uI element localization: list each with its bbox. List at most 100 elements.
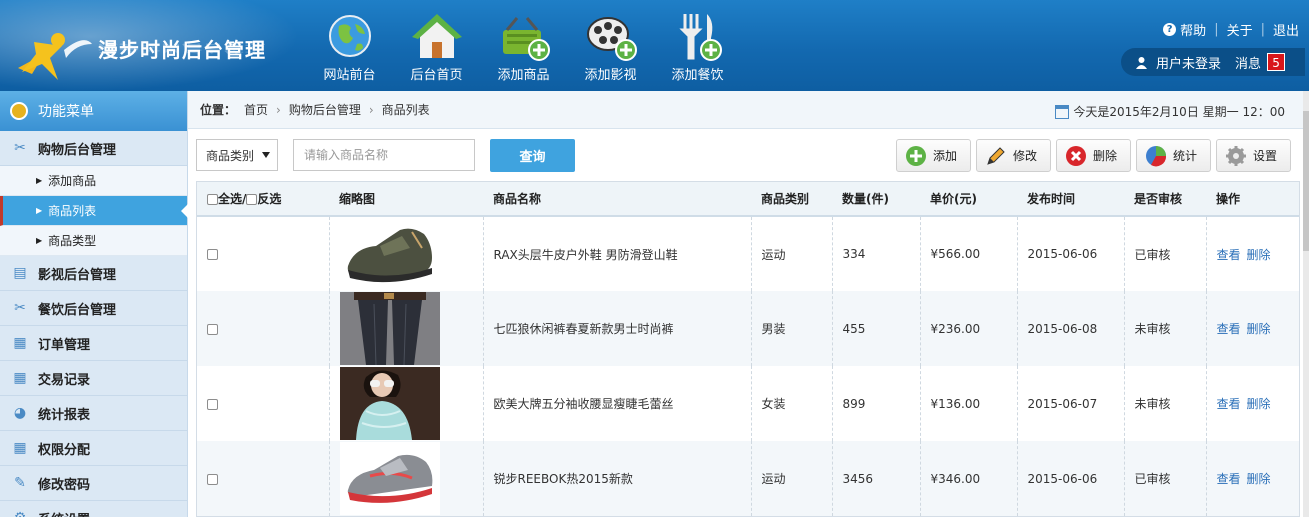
sidebar-item-label: 修改密码 [38, 477, 91, 493]
thumb-cell [329, 366, 484, 441]
chevron-right-icon: › [276, 102, 281, 117]
delete-icon [1065, 145, 1087, 167]
nav-add-dining[interactable]: 添加餐饮 [654, 12, 741, 83]
sidebar-item-reports[interactable]: ◕ 统计报表 [0, 396, 187, 431]
nav-label: 添加商品 [497, 68, 550, 83]
query-button[interactable]: 查询 [490, 139, 575, 172]
col-ops: 操作 [1206, 182, 1299, 217]
sidebar-sub-add-product[interactable]: ▶ 添加商品 [0, 166, 187, 196]
nav-add-film[interactable]: 添加影视 [567, 12, 654, 83]
sidebar-header: 功能菜单 [0, 91, 187, 131]
film-icon: ▤ [13, 265, 27, 281]
qty-cell: 899 [832, 366, 921, 441]
name-cell: RAX头层牛皮户外鞋 男防滑登山鞋 [483, 216, 752, 291]
home-icon [411, 14, 462, 58]
globe-icon [328, 15, 371, 57]
search-input[interactable] [293, 139, 475, 171]
stats-button-label: 统计 [1173, 149, 1198, 163]
breadcrumb-prefix: 位置： [200, 103, 237, 117]
qty-cell: 334 [832, 216, 921, 291]
message-count-badge[interactable]: 5 [1267, 53, 1286, 71]
row-checkbox[interactable] [207, 249, 218, 260]
sidebar-item-change-password[interactable]: ✎ 修改密码 [0, 466, 187, 501]
price-cell: ¥346.00 [920, 441, 1018, 516]
col-name: 商品名称 [483, 182, 751, 217]
delete-link[interactable]: 删除 [1247, 322, 1271, 336]
ops-cell: 查看 删除 [1206, 216, 1299, 291]
audit-cell: 已审核 [1124, 441, 1207, 516]
scrollbar-thumb[interactable] [1303, 111, 1309, 251]
toolbar: 商品类别 查询 添加 修改 删除 统计 [188, 129, 1309, 181]
breadcrumb-home[interactable]: 首页 [244, 101, 268, 118]
date-cell: 2015-06-08 [1017, 291, 1125, 366]
row-select-cell [197, 441, 330, 516]
delete-link[interactable]: 删除 [1247, 248, 1271, 262]
sidebar-item-film-admin[interactable]: ▤ 影视后台管理 [0, 256, 187, 291]
sidebar-item-shop-admin[interactable]: ✂ 购物后台管理 [0, 131, 187, 166]
help-link[interactable]: 帮助 [1180, 20, 1206, 39]
message-link[interactable]: 消息 [1235, 53, 1261, 72]
sidebar-sub-product-list[interactable]: ▶ 商品列表 [0, 196, 188, 226]
sidebar-item-permissions[interactable]: ▦ 权限分配 [0, 431, 187, 466]
top-links: ? 帮助 | 关于 | 退出 [1163, 20, 1299, 39]
sidebar-item-orders[interactable]: ▦ 订单管理 [0, 326, 187, 361]
category-select[interactable]: 商品类别 [196, 139, 278, 171]
audit-cell: 未审核 [1124, 291, 1207, 366]
delete-link[interactable]: 删除 [1247, 472, 1271, 486]
sidebar-item-label: 订单管理 [38, 337, 91, 353]
nav-add-product[interactable]: 添加商品 [480, 12, 567, 83]
logo-icon [18, 33, 92, 80]
row-checkbox[interactable] [207, 398, 218, 410]
select-all-checkbox[interactable] [207, 194, 218, 205]
view-link[interactable]: 查看 [1217, 472, 1241, 486]
sidebar-item-dining-admin[interactable]: ✂ 餐饮后台管理 [0, 291, 187, 326]
sidebar-sub-product-type[interactable]: ▶ 商品类型 [0, 226, 187, 256]
page-scrollbar[interactable] [1303, 91, 1309, 517]
date-cell: 2015-06-06 [1017, 441, 1125, 516]
user-bar: 用户未登录 消息 5 [1121, 48, 1305, 76]
settings-button-label: 设置 [1253, 149, 1278, 163]
col-price: 单价(元) [920, 182, 1017, 217]
divider: | [1214, 22, 1219, 37]
delete-button[interactable]: 删除 [1056, 139, 1131, 172]
invert-checkbox[interactable] [246, 194, 258, 205]
price-cell: ¥566.00 [920, 216, 1018, 291]
nav-website-front[interactable]: 网站前台 [306, 12, 393, 83]
cutlery-icon: ✂ [14, 300, 26, 316]
view-link[interactable]: 查看 [1217, 397, 1241, 411]
caret-right-icon: ▶ [36, 236, 43, 245]
breadcrumb-shop-admin[interactable]: 购物后台管理 [289, 101, 361, 118]
thumb-cell [329, 291, 484, 366]
plus-icon [905, 145, 927, 167]
view-link[interactable]: 查看 [1217, 248, 1241, 262]
date-cell: 2015-06-06 [1017, 216, 1125, 291]
logout-link[interactable]: 退出 [1273, 20, 1299, 39]
invert-label[interactable]: 反选 [257, 192, 281, 206]
hiking-shoe-image [339, 217, 440, 291]
select-all-label[interactable]: 全选/ [218, 192, 246, 206]
user-status[interactable]: 用户未登录 [1156, 53, 1221, 72]
ops-cell: 查看 删除 [1206, 366, 1299, 441]
main-content: 位置： 首页 › 购物后台管理 › 商品列表 今天是2015年2月10日 星期一… [188, 91, 1309, 517]
table-row: RAX头层牛皮户外鞋 男防滑登山鞋 运动 334 ¥566.00 2015-06… [197, 216, 1299, 291]
delete-link[interactable]: 删除 [1247, 397, 1271, 411]
row-checkbox[interactable] [207, 473, 218, 485]
stats-button[interactable]: 统计 [1136, 139, 1211, 172]
row-checkbox[interactable] [207, 323, 218, 335]
qty-cell: 455 [832, 291, 921, 366]
sidebar-item-settings[interactable]: ⚙ 系统设置 [0, 501, 187, 517]
sidebar-item-transactions[interactable]: ▦ 交易记录 [0, 361, 187, 396]
sidebar-item-label: 权限分配 [38, 442, 91, 458]
edit-button[interactable]: 修改 [976, 139, 1051, 172]
category-cell: 运动 [751, 441, 833, 516]
nav-admin-home[interactable]: 后台首页 [393, 12, 480, 83]
sidebar-sub-label: 添加商品 [48, 174, 97, 188]
add-button[interactable]: 添加 [896, 139, 971, 172]
row-select-cell [197, 366, 330, 441]
help-icon: ? [1163, 23, 1177, 36]
about-link[interactable]: 关于 [1227, 20, 1253, 39]
view-link[interactable]: 查看 [1217, 322, 1241, 336]
settings-button[interactable]: 设置 [1216, 139, 1291, 172]
sidebar-sub-label: 商品类型 [48, 234, 97, 248]
date-cell: 2015-06-07 [1017, 366, 1125, 441]
